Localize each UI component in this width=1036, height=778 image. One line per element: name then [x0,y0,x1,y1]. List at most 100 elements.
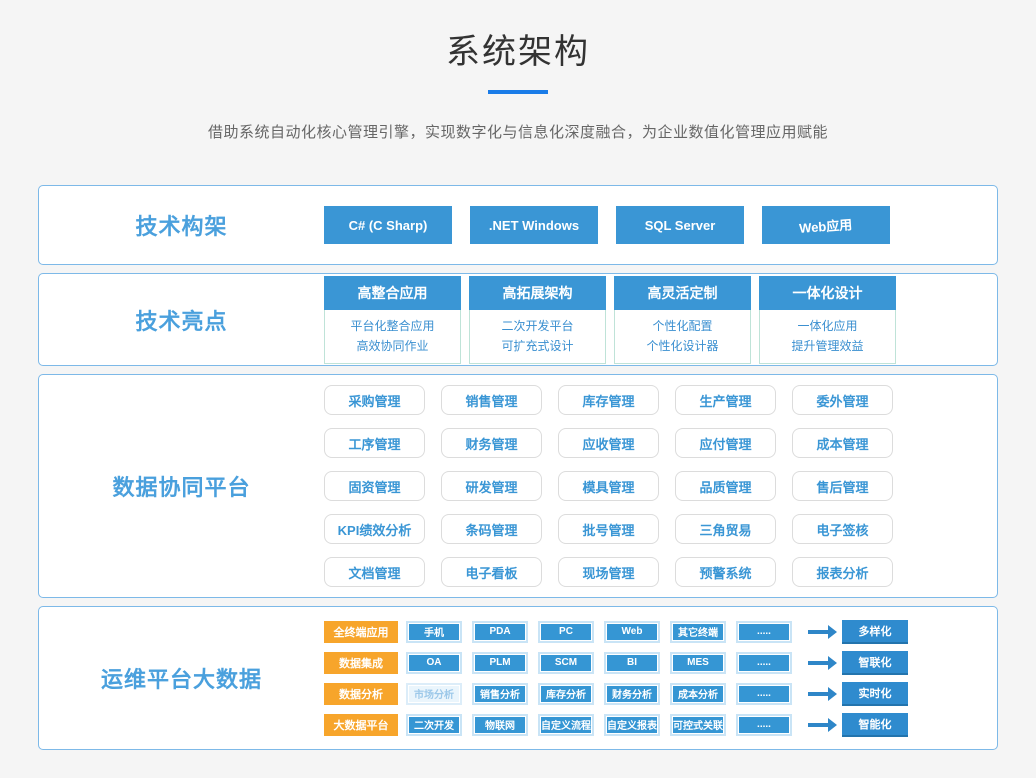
mini-button[interactable]: 自定义流程 [538,714,594,736]
highlight-card: 高灵活定制个性化配置个性化设计器 [614,276,751,364]
section-highlights: 技术亮点 高整合应用平台化整合应用高效协同作业高拓展架构二次开发平台可扩充式设计… [38,273,998,366]
highlight-card-body: 平台化整合应用高效协同作业 [324,310,461,364]
highlight-card-line: 平台化整合应用 [327,316,458,336]
module-button[interactable]: 采购管理 [324,385,425,415]
module-button[interactable]: 固资管理 [324,471,425,501]
highlight-cards: 高整合应用平台化整合应用高效协同作业高拓展架构二次开发平台可扩充式设计高灵活定制… [324,276,896,364]
highlight-card-body: 个性化配置个性化设计器 [614,310,751,364]
module-button[interactable]: 条码管理 [441,514,542,544]
module-button[interactable]: 应收管理 [558,428,659,458]
row-tag-button[interactable]: 数据集成 [324,652,398,674]
row-tag-button[interactable]: 数据分析 [324,683,398,705]
mini-button[interactable]: PLM [472,652,528,674]
module-button[interactable]: 售后管理 [792,471,893,501]
highlight-card-body: 二次开发平台可扩充式设计 [469,310,606,364]
tech-stack-button[interactable]: Web应用 [762,206,890,244]
module-button[interactable]: 电子看板 [441,557,542,587]
mini-button[interactable]: BI [604,652,660,674]
module-button[interactable]: 文档管理 [324,557,425,587]
module-grid: 采购管理销售管理库存管理生产管理委外管理工序管理财务管理应收管理应付管理成本管理… [324,385,896,587]
result-button[interactable]: 多样化 [842,620,908,644]
module-button[interactable]: 生产管理 [675,385,776,415]
mini-button[interactable]: Web [604,621,660,643]
section-data-platform-label: 数据协同平台 [39,470,324,502]
result-button[interactable]: 实时化 [842,682,908,706]
mini-button[interactable]: 成本分析 [670,683,726,705]
architecture-diagram: 技术构架 C# (C Sharp) .NET Windows SQL Server W… [38,185,998,750]
highlight-card-line: 高效协同作业 [327,336,458,356]
bigdata-row: 全终端应用手机 PDA PC Web 其它终端..... 多样化 [324,620,908,644]
result-button[interactable]: 智能化 [842,713,908,737]
module-button[interactable]: 模具管理 [558,471,659,501]
mini-button[interactable]: 财务分析 [604,683,660,705]
tech-stack-button[interactable]: .NET Windows [470,206,598,244]
highlight-card-title: 高灵活定制 [614,276,751,310]
highlight-card-line: 一体化应用 [762,316,893,336]
module-button[interactable]: 委外管理 [792,385,893,415]
right-arrow-icon [808,723,828,727]
highlight-card-line: 提升管理效益 [762,336,893,356]
bigdata-rows: 全终端应用手机 PDA PC Web 其它终端..... 多样化数据集成 OA PLM SCM B… [324,620,908,737]
right-arrow-icon [808,630,828,634]
mini-button[interactable]: 物联网 [472,714,528,736]
section-bigdata: 运维平台大数据 全终端应用手机 PDA PC Web 其它终端..... 多样化数据集成 O… [38,606,998,750]
module-button[interactable]: 研发管理 [441,471,542,501]
highlight-card-body: 一体化应用提升管理效益 [759,310,896,364]
tech-stack-button[interactable]: C# (C Sharp) [324,206,452,244]
mini-button[interactable]: 手机 [406,621,462,643]
module-button[interactable]: 销售管理 [441,385,542,415]
module-button[interactable]: 库存管理 [558,385,659,415]
module-button[interactable]: 品质管理 [675,471,776,501]
mini-button[interactable]: ..... [736,714,792,736]
highlight-card-line: 二次开发平台 [472,316,603,336]
mini-button[interactable]: PDA [472,621,528,643]
mini-button[interactable]: 销售分析 [472,683,528,705]
title-underline [488,90,548,94]
module-button[interactable]: KPI绩效分析 [324,514,425,544]
bigdata-row: 大数据平台二次开发物联网自定义流程自定义报表可控式关联..... 智能化 [324,713,908,737]
module-button[interactable]: 现场管理 [558,557,659,587]
mini-button[interactable]: ..... [736,621,792,643]
bigdata-row: 数据集成 OA PLM SCM BI MES..... 智联化 [324,651,908,675]
mini-button[interactable]: OA [406,652,462,674]
module-button[interactable]: 财务管理 [441,428,542,458]
page-title: 系统架构 [0,24,1036,73]
page-subtitle: 借助系统自动化核心管理引擎，实现数字化与信息化深度融合，为企业数值化管理应用赋能 [0,121,1036,142]
mini-button[interactable]: 自定义报表 [604,714,660,736]
mini-button[interactable]: 其它终端 [670,621,726,643]
page-header: 系统架构 借助系统自动化核心管理引擎，实现数字化与信息化深度融合，为企业数值化管… [0,0,1036,142]
module-button[interactable]: 工序管理 [324,428,425,458]
module-button[interactable]: 报表分析 [792,557,893,587]
mini-button[interactable]: PC [538,621,594,643]
module-button[interactable]: 电子签核 [792,514,893,544]
mini-button[interactable]: 可控式关联 [670,714,726,736]
highlight-card-line: 可扩充式设计 [472,336,603,356]
row-tag-button[interactable]: 全终端应用 [324,621,398,643]
highlight-card: 高整合应用平台化整合应用高效协同作业 [324,276,461,364]
row-tag-button[interactable]: 大数据平台 [324,714,398,736]
module-button[interactable]: 三角贸易 [675,514,776,544]
result-button[interactable]: 智联化 [842,651,908,675]
tech-stack-button[interactable]: SQL Server [616,206,744,244]
highlight-card-title: 高整合应用 [324,276,461,310]
module-button[interactable]: 批号管理 [558,514,659,544]
section-tech-stack: 技术构架 C# (C Sharp) .NET Windows SQL Server W… [38,185,998,265]
highlight-card-title: 高拓展架构 [469,276,606,310]
section-tech-stack-label: 技术构架 [39,209,324,241]
tech-stack-buttons: C# (C Sharp) .NET Windows SQL Server Web应用 [324,206,890,244]
mini-button[interactable]: 库存分析 [538,683,594,705]
mini-button[interactable]: 二次开发 [406,714,462,736]
mini-button[interactable]: ..... [736,683,792,705]
section-bigdata-label: 运维平台大数据 [39,662,324,694]
module-button[interactable]: 预警系统 [675,557,776,587]
mini-button[interactable]: SCM [538,652,594,674]
mini-button[interactable]: MES [670,652,726,674]
module-button[interactable]: 成本管理 [792,428,893,458]
mini-button[interactable]: ..... [736,652,792,674]
mini-button[interactable]: 市场分析 [406,683,462,705]
highlight-card-title: 一体化设计 [759,276,896,310]
right-arrow-icon [808,661,828,665]
tech-stack-button-label: Web应用 [799,214,853,237]
highlight-card-line: 个性化配置 [617,316,748,336]
module-button[interactable]: 应付管理 [675,428,776,458]
